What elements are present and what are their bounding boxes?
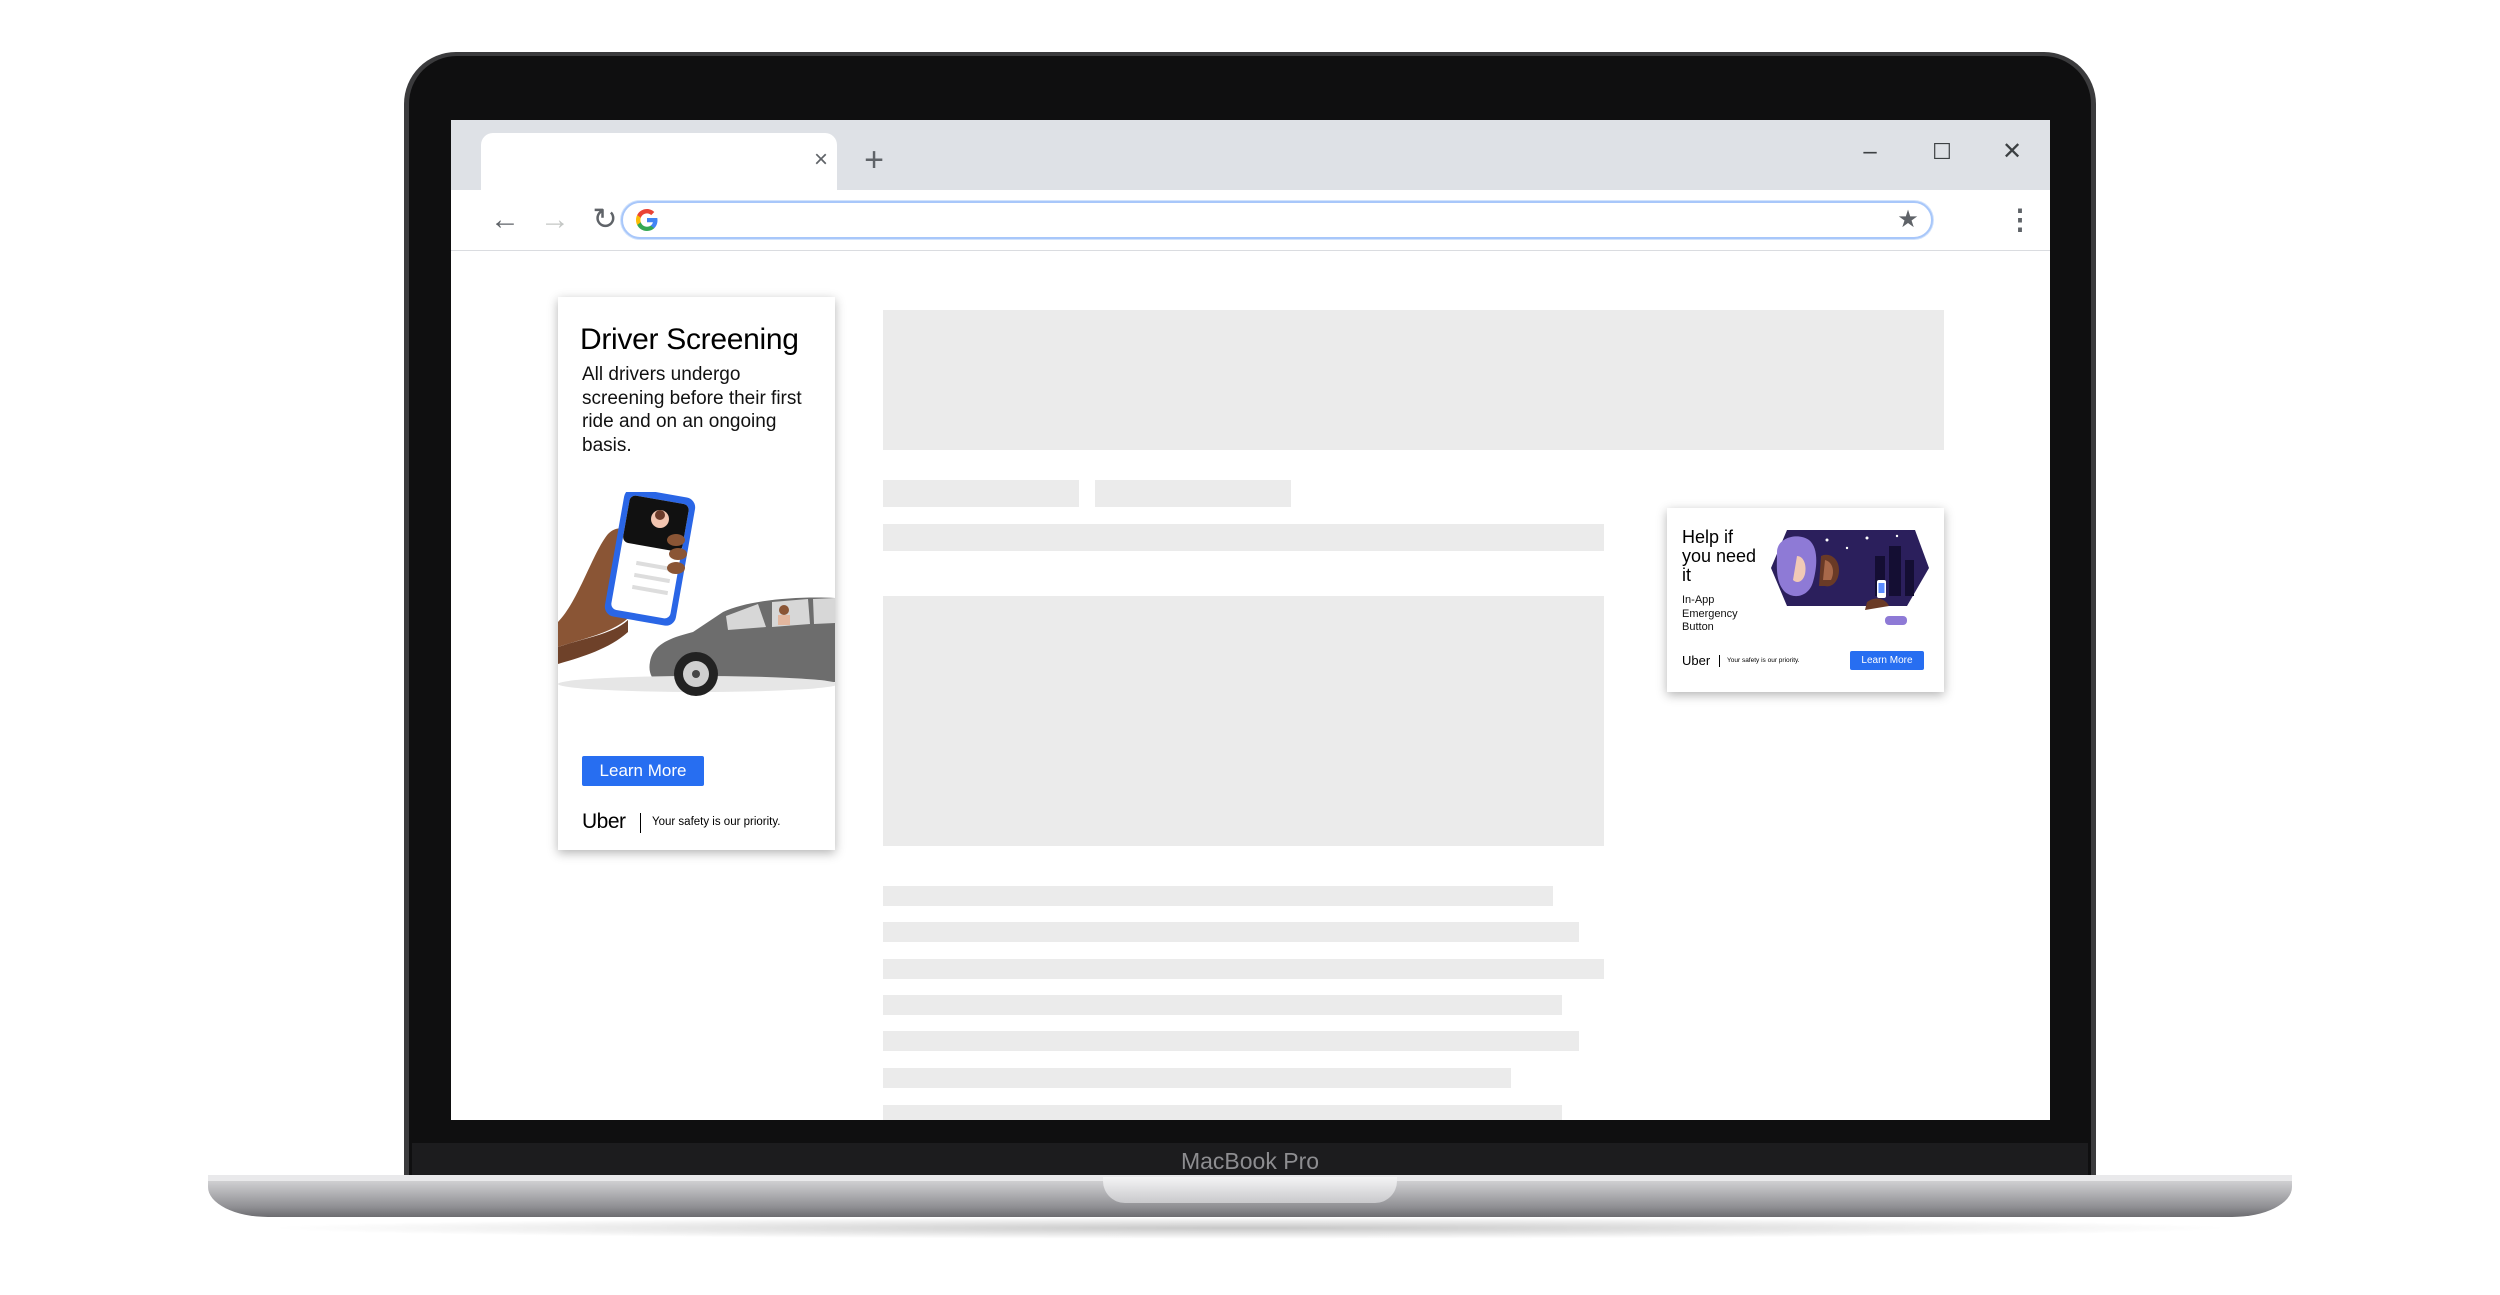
- logo-divider: [640, 813, 641, 833]
- ad-body: All drivers undergo screening before the…: [582, 364, 802, 456]
- learn-more-button[interactable]: Learn More: [1850, 651, 1924, 670]
- reload-button[interactable]: ↻: [585, 200, 625, 240]
- skeleton-heading: [883, 524, 1604, 551]
- skeleton-text-line: [883, 886, 1553, 906]
- close-window-button[interactable]: ✕: [1992, 132, 2032, 172]
- skeleton-text-line: [883, 1105, 1562, 1120]
- logo-divider: [1719, 655, 1720, 667]
- new-tab-button[interactable]: +: [858, 143, 890, 177]
- tab-close-icon[interactable]: ×: [809, 148, 833, 172]
- skeleton-hero: [883, 310, 1944, 450]
- laptop-screen: × + – ☐ ✕ ← → ↻ ★ ⋮ Driver Screening All…: [451, 120, 2050, 1120]
- address-input[interactable]: [667, 206, 1867, 234]
- maximize-button[interactable]: ☐: [1922, 132, 1962, 172]
- night-ride-illustration: [1771, 530, 1929, 625]
- skeleton-image: [883, 596, 1604, 846]
- skeleton-text-line: [883, 1031, 1579, 1051]
- laptop-notch: [1103, 1177, 1397, 1203]
- skeleton-text-line: [883, 959, 1604, 979]
- forward-button[interactable]: →: [535, 200, 575, 240]
- ad-title: Help if you need it: [1682, 527, 1757, 585]
- ad-tagline: Your safety is our priority.: [1727, 657, 1800, 664]
- uber-logo: Uber: [582, 810, 626, 833]
- laptop-brand-label: MacBook Pro: [1180, 1148, 1320, 1174]
- google-g-icon: [636, 209, 658, 231]
- skeleton-tag: [883, 480, 1079, 507]
- uber-logo: Uber: [1682, 653, 1711, 668]
- skeleton-text-line: [883, 922, 1579, 942]
- browser-tab[interactable]: [481, 133, 837, 190]
- bookmark-star-icon[interactable]: ★: [1893, 205, 1923, 235]
- learn-more-button[interactable]: Learn More: [582, 756, 704, 786]
- ad-title: Driver Screening: [580, 323, 799, 356]
- back-button[interactable]: ←: [485, 200, 525, 240]
- omnibox[interactable]: ★: [621, 201, 1933, 239]
- browser-menu-icon[interactable]: ⋮: [2005, 202, 2035, 238]
- ad-emergency-button[interactable]: Help if you need it In-App Emergency But…: [1667, 508, 1944, 692]
- skeleton-tag: [1095, 480, 1291, 507]
- minimize-button[interactable]: –: [1850, 132, 1890, 172]
- laptop-shadow: [260, 1217, 2240, 1239]
- skeleton-text-line: [883, 1068, 1511, 1088]
- ad-tagline: Your safety is our priority.: [652, 816, 781, 828]
- skeleton-text-line: [883, 995, 1562, 1015]
- ad-driver-screening[interactable]: Driver Screening All drivers undergo scr…: [558, 297, 835, 850]
- ad-subtitle: In-App Emergency Button: [1682, 594, 1738, 633]
- hand-phone-car-illustration: [558, 492, 835, 696]
